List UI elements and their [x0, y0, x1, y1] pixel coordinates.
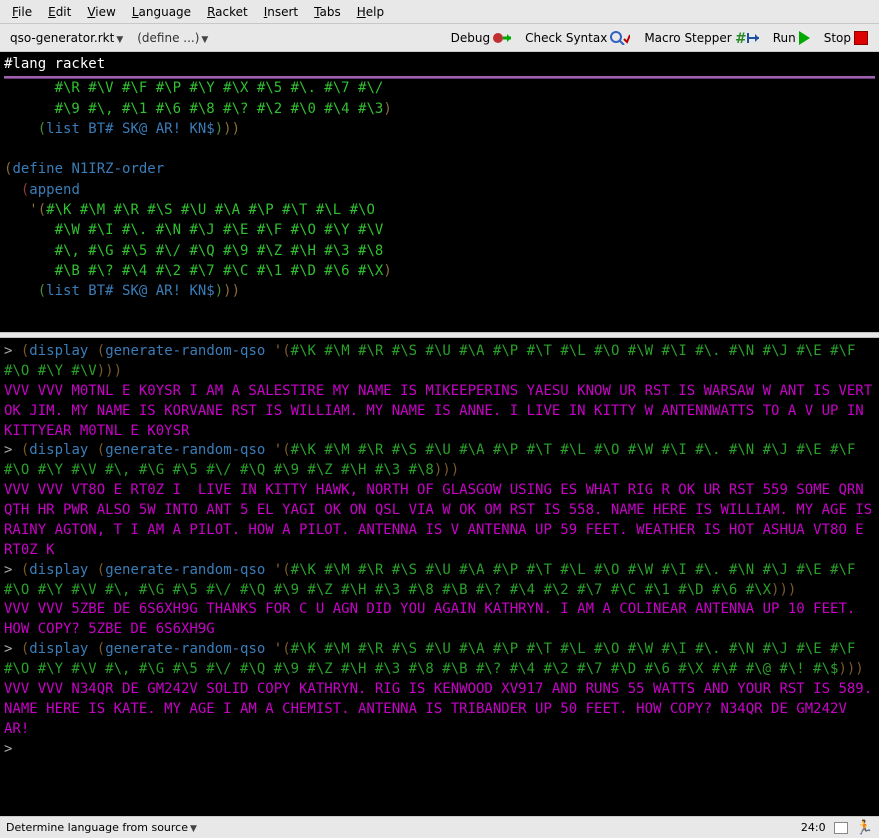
magnifier-check-icon: [610, 31, 630, 45]
filename-label[interactable]: qso-generator.rkt▼: [6, 29, 127, 47]
svg-text:#: #: [735, 31, 747, 45]
macro-stepper-button[interactable]: Macro Stepper #: [639, 29, 763, 47]
menu-help[interactable]: Help: [349, 3, 392, 21]
statusbar: Determine language from source▼ 24:0 🏃: [0, 816, 879, 838]
stop-icon: [854, 31, 868, 45]
play-icon: [799, 31, 810, 45]
menu-view[interactable]: View: [79, 3, 123, 21]
interactions-pane[interactable]: > (display (generate-random-qso '(#\K #\…: [0, 338, 879, 816]
run-button[interactable]: Run: [768, 29, 815, 47]
menu-insert[interactable]: Insert: [256, 3, 306, 21]
gc-indicator[interactable]: [834, 822, 848, 834]
menu-tabs[interactable]: Tabs: [306, 3, 349, 21]
stop-button[interactable]: Stop: [819, 29, 873, 47]
definitions-picker[interactable]: (define ...)▼: [133, 29, 212, 47]
definitions-pane[interactable]: #lang racket #\R #\V #\F #\P #\Y #\X #\5…: [0, 52, 879, 332]
check-syntax-button[interactable]: Check Syntax: [520, 29, 635, 47]
toolbar: qso-generator.rkt▼ (define ...)▼ Debug C…: [0, 24, 879, 52]
debug-button[interactable]: Debug: [446, 29, 516, 47]
running-icon: 🏃: [856, 820, 873, 836]
hash-step-icon: #: [735, 31, 759, 45]
menu-edit[interactable]: Edit: [40, 3, 79, 21]
cursor-position: 24:0: [801, 821, 826, 834]
menu-file[interactable]: File: [4, 3, 40, 21]
debug-icon: [493, 31, 511, 45]
language-indicator[interactable]: Determine language from source▼: [6, 821, 197, 834]
menubar: File Edit View Language Racket Insert Ta…: [0, 0, 879, 24]
menu-racket[interactable]: Racket: [199, 3, 256, 21]
menu-language[interactable]: Language: [124, 3, 199, 21]
